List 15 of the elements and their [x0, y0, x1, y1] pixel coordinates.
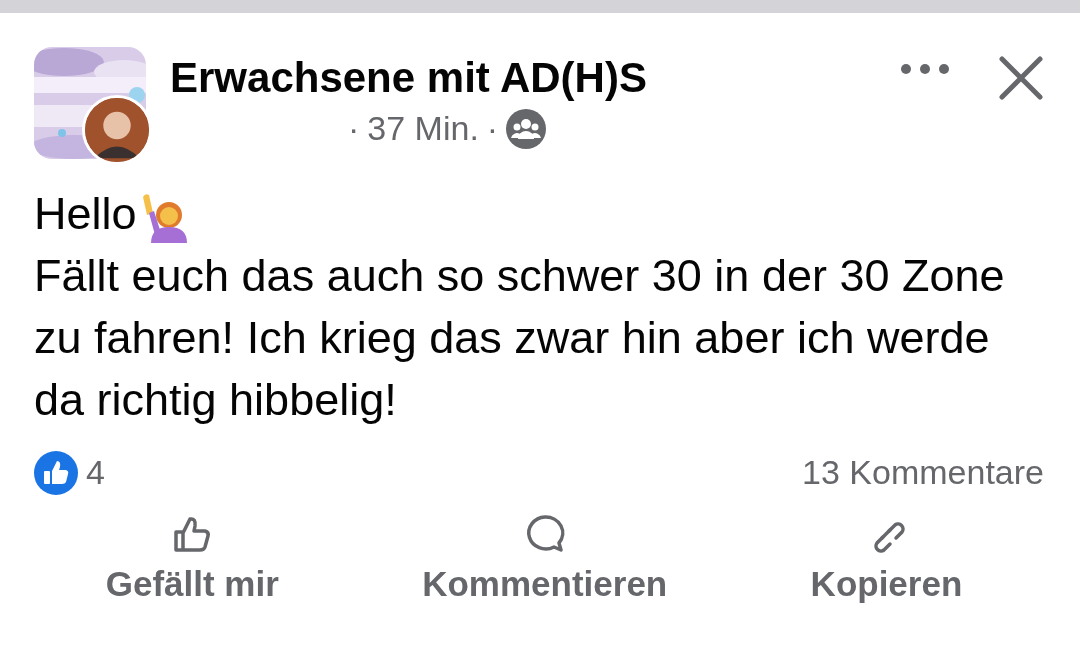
copy-button[interactable]: Kopieren — [810, 514, 963, 611]
group-icon — [506, 108, 547, 149]
comment-count[interactable]: 13 Kommentare — [802, 447, 1044, 498]
post-greeting: Hello — [34, 187, 137, 241]
reaction-count[interactable]: 4 — [86, 447, 803, 498]
separator: · — [348, 108, 360, 150]
post-time[interactable]: 37 Min. — [367, 103, 479, 155]
more-icon[interactable] — [900, 63, 950, 75]
like-button[interactable]: Gefällt mir — [105, 514, 279, 611]
separator: · — [486, 108, 499, 150]
comment-button[interactable]: Kommentieren — [422, 514, 668, 611]
close-icon[interactable] — [998, 55, 1044, 101]
like-reaction-icon — [34, 450, 78, 495]
group-name[interactable]: Erwachsene mit AD(H)S — [170, 55, 900, 102]
post-text: Fällt euch das auch so schwer 30 in der 30 Zone zu fahren! Ich krieg das zwar hin aber ich werde da richtig hibbelig! — [34, 249, 1006, 427]
